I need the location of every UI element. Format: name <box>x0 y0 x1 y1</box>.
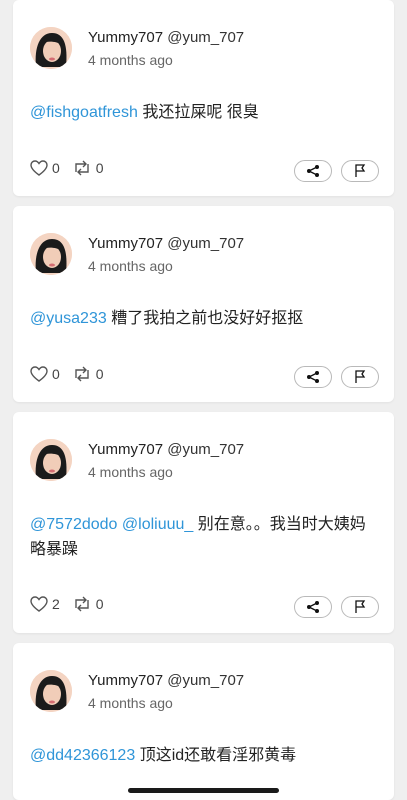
post-time: 4 months ago <box>88 464 173 480</box>
user-handle[interactable]: @yum_707 <box>167 441 244 458</box>
report-button[interactable] <box>341 366 379 388</box>
post-time: 4 months ago <box>88 258 173 274</box>
post-time: 4 months ago <box>88 695 173 711</box>
heart-icon <box>30 596 48 612</box>
flag-icon <box>355 164 366 177</box>
repost-button[interactable]: 0 <box>72 366 104 382</box>
display-name[interactable]: Yummy707 <box>88 235 163 252</box>
repost-count: 0 <box>95 596 104 612</box>
report-button[interactable] <box>341 160 379 182</box>
display-name[interactable]: Yummy707 <box>88 441 163 458</box>
like-button[interactable]: 0 <box>30 366 60 382</box>
flag-icon <box>355 600 366 613</box>
repost-count: 0 <box>95 160 104 176</box>
post-card[interactable]: Yummy707 @yum_707 4 months ago @yusa233 … <box>13 206 394 402</box>
like-count: 0 <box>52 160 60 176</box>
post-stats: 0 0 <box>30 160 116 176</box>
home-indicator[interactable] <box>128 788 279 793</box>
mention-link[interactable]: @loliuuu_ <box>122 516 193 533</box>
post-text: 我还拉屎呢 很臭 <box>142 104 259 121</box>
share-button[interactable] <box>294 596 332 618</box>
user-handle[interactable]: @yum_707 <box>167 235 244 252</box>
user-handle[interactable]: @yum_707 <box>167 29 244 46</box>
repost-button[interactable]: 0 <box>72 160 104 176</box>
mention-link[interactable]: @7572dodo <box>30 516 117 533</box>
repost-count: 0 <box>95 366 104 382</box>
avatar[interactable] <box>30 233 72 275</box>
repost-button[interactable]: 0 <box>72 596 104 612</box>
post-stats: 2 0 <box>30 596 116 612</box>
like-count: 2 <box>52 596 60 612</box>
author-name[interactable]: Yummy707 @yum_707 <box>88 441 244 458</box>
report-button[interactable] <box>341 596 379 618</box>
post-content: @dd42366123 顶这id还敢看淫邪黄毒 <box>30 743 376 768</box>
repost-icon <box>75 596 89 612</box>
avatar[interactable] <box>30 27 72 69</box>
author-name[interactable]: Yummy707 @yum_707 <box>88 672 244 689</box>
heart-icon <box>30 366 48 382</box>
avatar[interactable] <box>30 670 72 712</box>
like-button[interactable]: 0 <box>30 160 60 176</box>
flag-icon <box>355 370 366 383</box>
author-name[interactable]: Yummy707 @yum_707 <box>88 235 244 252</box>
user-handle[interactable]: @yum_707 <box>167 672 244 689</box>
repost-icon <box>75 366 89 382</box>
heart-icon <box>30 160 48 176</box>
post-text: 糟了我拍之前也没好好抠抠 <box>111 310 304 327</box>
post-time: 4 months ago <box>88 52 173 68</box>
post-stats: 0 0 <box>30 366 116 382</box>
share-icon <box>307 165 319 177</box>
share-button[interactable] <box>294 366 332 388</box>
share-button[interactable] <box>294 160 332 182</box>
mention-link[interactable]: @dd42366123 <box>30 747 135 764</box>
share-icon <box>307 601 319 613</box>
display-name[interactable]: Yummy707 <box>88 672 163 689</box>
share-icon <box>307 371 319 383</box>
post-card[interactable]: Yummy707 @yum_707 4 months ago @7572dodo… <box>13 412 394 633</box>
post-card[interactable]: Yummy707 @yum_707 4 months ago @dd423661… <box>13 643 394 800</box>
post-content: @yusa233 糟了我拍之前也没好好抠抠 <box>30 306 376 331</box>
mention-link[interactable]: @yusa233 <box>30 310 107 327</box>
repost-icon <box>75 160 89 176</box>
avatar[interactable] <box>30 439 72 481</box>
like-button[interactable]: 2 <box>30 596 60 612</box>
display-name[interactable]: Yummy707 <box>88 29 163 46</box>
mention-link[interactable]: @fishgoatfresh <box>30 104 138 121</box>
author-name[interactable]: Yummy707 @yum_707 <box>88 29 244 46</box>
post-content: @fishgoatfresh 我还拉屎呢 很臭 <box>30 100 376 125</box>
post-card[interactable]: Yummy707 @yum_707 4 months ago @fishgoat… <box>13 0 394 196</box>
post-content: @7572dodo @loliuuu_ 别在意。。我当时大姨妈略暴躁 <box>30 512 376 562</box>
like-count: 0 <box>52 366 60 382</box>
post-text: 顶这id还敢看淫邪黄毒 <box>139 747 297 764</box>
